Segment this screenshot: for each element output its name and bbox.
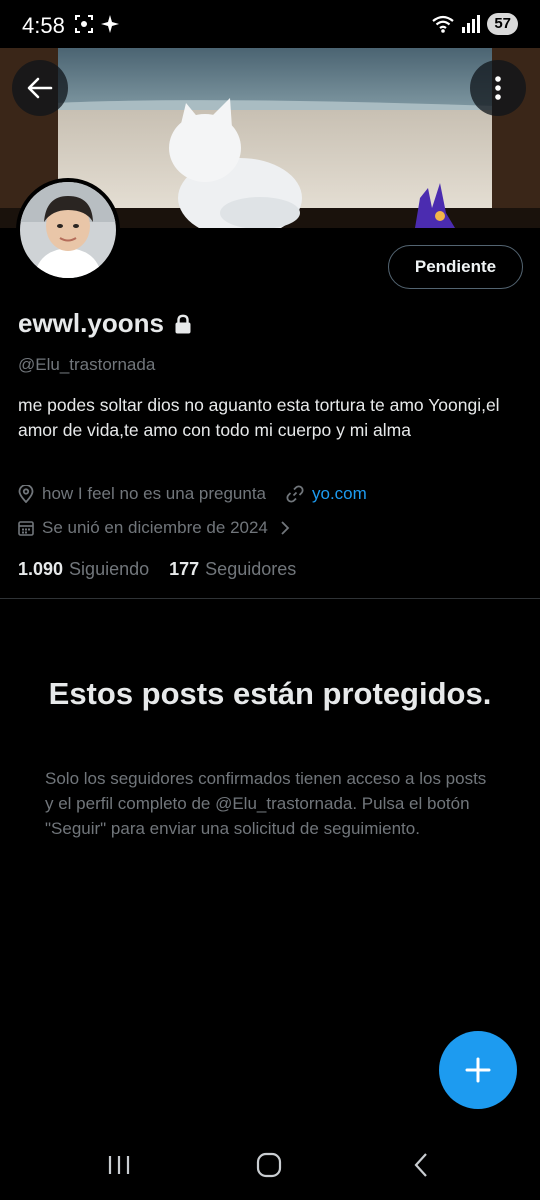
follow-stats: 1.090 Siguiendo 177 Seguidores (18, 559, 296, 580)
plus-icon (465, 1057, 491, 1083)
profile-meta-location: how I feel no es una pregunta yo.com (18, 484, 367, 504)
calendar-icon (18, 520, 34, 536)
screenshot-icon (75, 15, 93, 33)
protected-posts-text: Solo los seguidores confirmados tienen a… (45, 769, 487, 838)
profile-avatar[interactable] (16, 178, 120, 282)
more-options-button[interactable] (470, 60, 526, 116)
display-name: ewwl.yoons (18, 308, 164, 338)
ai-sparkle-icon (101, 15, 119, 33)
battery-icon: 57 (487, 13, 518, 35)
following-count: 1.090 (18, 559, 64, 579)
following-label: Siguiendo (69, 559, 150, 579)
lock-icon (175, 314, 191, 333)
profile-meta-joined[interactable]: Se unió en diciembre de 2024 (18, 518, 298, 538)
avatar-image (20, 182, 116, 278)
followers-label: Seguidores (205, 559, 297, 579)
profile-handle: @Elu_trastornada (18, 355, 156, 374)
status-bar: 4:58 57 (0, 0, 540, 48)
location-text: how I feel no es una pregunta (42, 484, 266, 503)
joined-text: Se unió en diciembre de 2024 (42, 518, 268, 537)
display-name-row: ewwl.yoons (18, 308, 192, 339)
pending-follow-button[interactable]: Pendiente (388, 245, 523, 289)
website-link[interactable]: yo.com (312, 484, 367, 504)
status-time: 4:58 (22, 13, 65, 38)
home-icon (256, 1152, 282, 1178)
recent-apps-button[interactable] (99, 1148, 139, 1182)
followers-stat[interactable]: 177 Seguidores (169, 559, 296, 580)
link-icon (286, 485, 304, 503)
back-button[interactable] (12, 60, 68, 116)
signal-icon (462, 15, 481, 33)
compose-fab-button[interactable] (439, 1031, 517, 1109)
back-chevron-icon (414, 1153, 427, 1177)
recent-apps-icon (108, 1156, 130, 1174)
protected-posts-title: Estos posts están protegidos. (48, 676, 492, 711)
followers-count: 177 (169, 559, 200, 579)
following-stat[interactable]: 1.090 Siguiendo (18, 559, 149, 580)
home-button[interactable] (249, 1148, 289, 1182)
back-nav-button[interactable] (401, 1148, 441, 1182)
location-pin-icon (18, 485, 34, 503)
profile-bio: me podes soltar dios no aguanto esta tor… (18, 395, 500, 440)
chevron-right-icon (280, 520, 290, 536)
wifi-icon (432, 15, 454, 33)
back-arrow-icon (27, 77, 53, 99)
system-nav-bar (0, 1130, 540, 1200)
more-vertical-icon (495, 76, 501, 100)
section-divider (0, 598, 540, 599)
